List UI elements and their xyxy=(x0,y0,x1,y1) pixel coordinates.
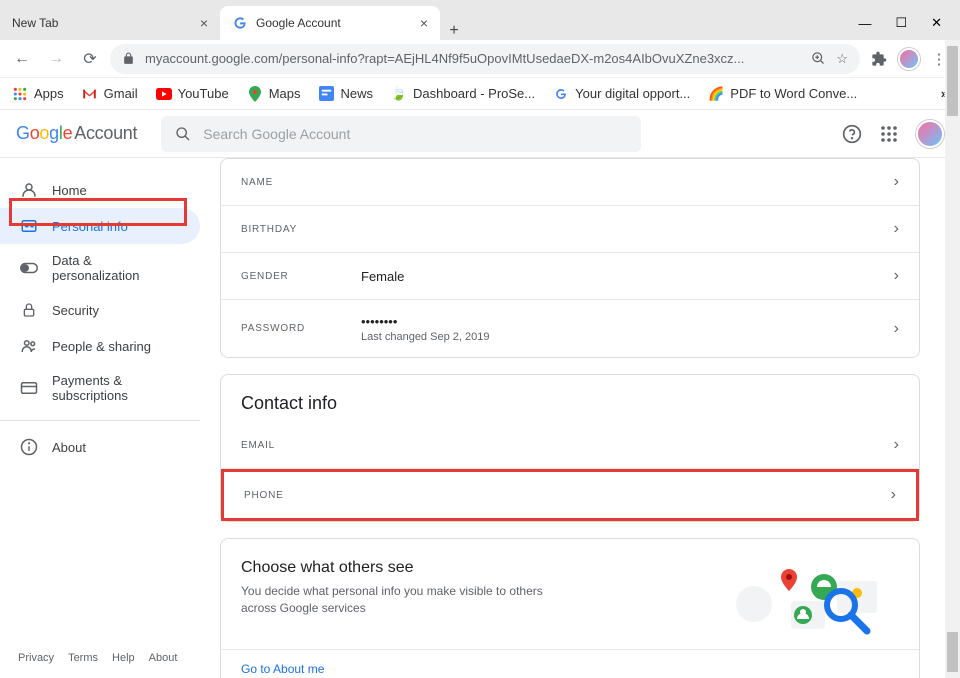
address-bar[interactable]: myaccount.google.com/personal-info?rapt=… xyxy=(110,44,860,74)
rainbow-icon: 🌈 xyxy=(708,86,724,102)
profile-avatar-icon[interactable] xyxy=(898,48,920,70)
lock-icon xyxy=(122,52,135,65)
footer-about[interactable]: About xyxy=(149,652,178,664)
bookmark-youtube[interactable]: YouTube xyxy=(156,86,229,102)
news-icon xyxy=(318,86,334,102)
search-icon xyxy=(175,126,191,142)
contact-info-title: Contact info xyxy=(221,375,919,422)
bookmark-apps[interactable]: Apps xyxy=(12,86,64,102)
people-icon xyxy=(20,337,38,355)
star-icon[interactable]: ☆ xyxy=(836,51,848,67)
scrollbar[interactable] xyxy=(945,40,960,678)
bookmark-dashboard[interactable]: 🍃 Dashboard - ProSe... xyxy=(391,86,535,102)
sidebar-item-payments[interactable]: Payments & subscriptions xyxy=(0,364,200,412)
chevron-right-icon: › xyxy=(894,267,899,285)
chevron-right-icon: › xyxy=(891,486,896,504)
illustration-icon xyxy=(729,559,899,629)
google-favicon xyxy=(232,15,248,31)
tab-title: Google Account xyxy=(256,16,341,30)
footer-links: Privacy Terms Help About xyxy=(18,652,177,664)
choose-others-card: Choose what others see You decide what p… xyxy=(220,538,920,678)
search-input[interactable]: Search Google Account xyxy=(161,116,641,152)
reload-button[interactable]: ⟳ xyxy=(76,45,104,73)
bookmark-news[interactable]: News xyxy=(318,86,373,102)
leaf-icon: 🍃 xyxy=(391,86,407,102)
close-window-icon[interactable]: ✕ xyxy=(931,15,942,31)
url-text: myaccount.google.com/personal-info?rapt=… xyxy=(145,51,801,66)
apps-icon xyxy=(12,86,28,102)
sidebar-item-about[interactable]: About xyxy=(0,429,200,465)
maps-icon xyxy=(247,86,263,102)
row-phone[interactable]: PHONE › xyxy=(221,469,919,521)
youtube-icon xyxy=(156,86,172,102)
extensions-icon[interactable] xyxy=(866,46,892,72)
sidebar-item-data[interactable]: Data & personalization xyxy=(0,244,200,292)
google-account-logo[interactable]: GoogleAccount xyxy=(16,123,137,144)
gmail-icon xyxy=(82,86,98,102)
maximize-icon[interactable]: ☐ xyxy=(895,15,907,31)
window-controls: — ☐ ✕ xyxy=(858,6,960,40)
google-icon xyxy=(553,86,569,102)
tab-title: New Tab xyxy=(12,16,58,30)
page-header: GoogleAccount Search Google Account xyxy=(0,110,960,158)
row-email[interactable]: EMAIL › xyxy=(221,422,919,469)
zoom-icon[interactable] xyxy=(811,51,826,66)
bookmark-gmail[interactable]: Gmail xyxy=(82,86,138,102)
info-icon xyxy=(20,438,38,456)
browser-tab-strip: New Tab × Google Account × + — ☐ ✕ xyxy=(0,0,960,40)
choose-desc: You decide what personal info you make v… xyxy=(241,583,551,617)
toggle-icon xyxy=(20,259,38,277)
sidebar-item-security[interactable]: Security xyxy=(0,292,200,328)
chevron-right-icon: › xyxy=(894,173,899,191)
main-content: NAME › BIRTHDAY › GENDER Female › PASSWO… xyxy=(200,158,960,678)
row-birthday[interactable]: BIRTHDAY › xyxy=(221,206,919,253)
close-icon[interactable]: × xyxy=(420,15,428,31)
id-card-icon xyxy=(20,217,38,235)
row-password[interactable]: PASSWORD •••••••• Last changed Sep 2, 20… xyxy=(221,300,919,357)
content-area: Home Personal info Data & personalizatio… xyxy=(0,158,960,678)
scrollbar-thumb[interactable] xyxy=(947,46,958,116)
account-avatar[interactable] xyxy=(916,120,944,148)
choose-title: Choose what others see xyxy=(241,559,713,577)
browser-toolbar: ← → ⟳ myaccount.google.com/personal-info… xyxy=(0,40,960,78)
card-icon xyxy=(20,379,38,397)
help-icon[interactable] xyxy=(842,124,862,144)
sidebar: Home Personal info Data & personalizatio… xyxy=(0,158,200,678)
chevron-right-icon: › xyxy=(894,436,899,454)
sidebar-item-personal-info[interactable]: Personal info xyxy=(0,208,200,244)
sidebar-item-people[interactable]: People & sharing xyxy=(0,328,200,364)
back-button[interactable]: ← xyxy=(8,45,36,73)
tab-new-tab[interactable]: New Tab × xyxy=(0,6,220,40)
bookmark-maps[interactable]: Maps xyxy=(247,86,301,102)
footer-terms[interactable]: Terms xyxy=(68,652,98,664)
footer-privacy[interactable]: Privacy xyxy=(18,652,54,664)
close-icon[interactable]: × xyxy=(200,15,208,31)
minimize-icon[interactable]: — xyxy=(858,16,871,31)
tab-google-account[interactable]: Google Account × xyxy=(220,6,440,40)
sidebar-item-home[interactable]: Home xyxy=(0,172,200,208)
chevron-right-icon: › xyxy=(894,220,899,238)
bookmark-digital[interactable]: Your digital opport... xyxy=(553,86,690,102)
row-gender[interactable]: GENDER Female › xyxy=(221,253,919,300)
lock-icon xyxy=(20,301,38,319)
new-tab-button[interactable]: + xyxy=(440,22,468,40)
chevron-right-icon: › xyxy=(894,320,899,338)
apps-grid-icon[interactable] xyxy=(880,125,898,143)
row-name[interactable]: NAME › xyxy=(221,159,919,206)
divider xyxy=(0,420,200,421)
footer-help[interactable]: Help xyxy=(112,652,135,664)
basic-info-card: NAME › BIRTHDAY › GENDER Female › PASSWO… xyxy=(220,158,920,358)
bookmark-pdf[interactable]: 🌈 PDF to Word Conve... xyxy=(708,86,857,102)
scrollbar-thumb[interactable] xyxy=(947,632,958,672)
bookmarks-bar: Apps Gmail YouTube Maps News 🍃 Dashboard… xyxy=(0,78,960,110)
about-me-link[interactable]: Go to About me xyxy=(221,649,919,678)
contact-info-card: Contact info EMAIL › PHONE › xyxy=(220,374,920,522)
person-icon xyxy=(20,181,38,199)
forward-button[interactable]: → xyxy=(42,45,70,73)
